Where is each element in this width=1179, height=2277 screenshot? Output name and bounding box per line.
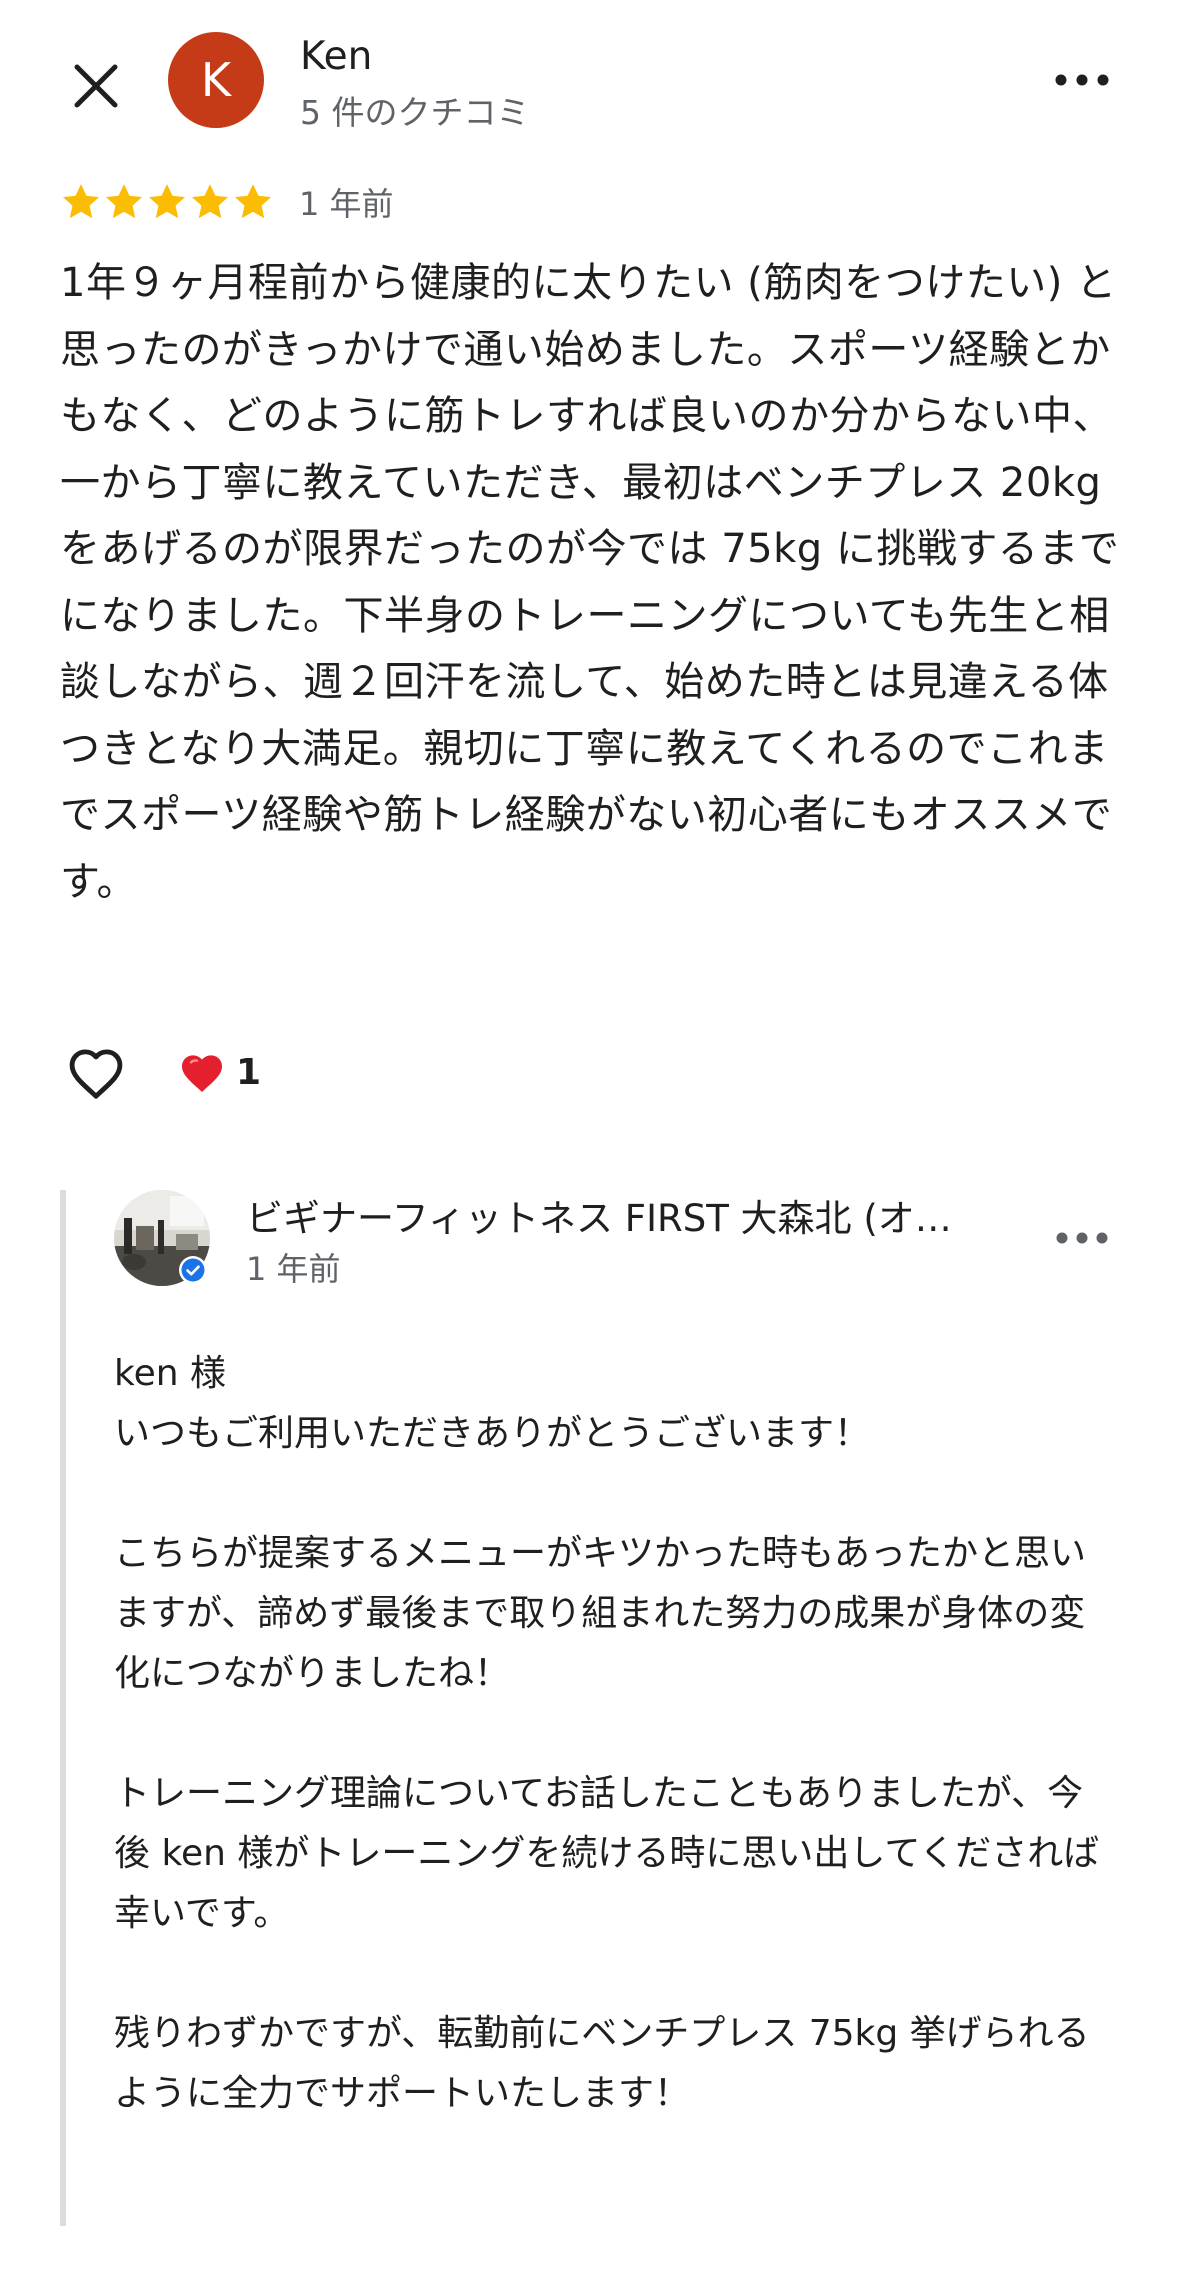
like-button[interactable] bbox=[60, 1036, 132, 1108]
more-options-button[interactable] bbox=[1044, 56, 1120, 104]
reviewer-avatar[interactable]: K bbox=[168, 32, 264, 128]
owner-reply-date: 1 年前 bbox=[246, 1250, 341, 1288]
close-icon bbox=[74, 64, 118, 108]
rating-row: 1 年前 bbox=[60, 178, 394, 226]
star-icon bbox=[105, 184, 143, 219]
reviewer-name[interactable]: Ken bbox=[300, 34, 372, 79]
owner-more-options-button[interactable] bbox=[1044, 1214, 1120, 1262]
review-text: 1年９ヶ月程前から健康的に太りたい (筋肉をつけたい) と思ったのがきっかけで通… bbox=[60, 260, 1120, 905]
owner-avatar[interactable] bbox=[114, 1190, 210, 1286]
close-button[interactable] bbox=[60, 50, 132, 122]
star-icon bbox=[62, 184, 100, 219]
star-icon bbox=[234, 184, 272, 219]
reply-divider bbox=[60, 1190, 66, 2226]
owner-name[interactable]: ビギナーフィットネス FIRST 大森北 (オ… bbox=[246, 1188, 1006, 1242]
avatar-letter: K bbox=[200, 53, 232, 107]
review-count[interactable]: 5 件のクチコミ bbox=[300, 86, 530, 134]
review-date: 1 年前 bbox=[299, 185, 394, 223]
more-horiz-icon bbox=[1055, 74, 1109, 86]
more-horiz-icon bbox=[1056, 1232, 1108, 1244]
reaction-count: 1 bbox=[236, 1051, 262, 1093]
reaction-summary[interactable]: 1 bbox=[178, 1044, 261, 1100]
red-heart-icon bbox=[182, 1055, 222, 1092]
star-icon bbox=[148, 184, 186, 219]
heart-outline-icon bbox=[69, 1049, 123, 1099]
owner-photo bbox=[114, 1190, 210, 1286]
owner-reply-text: ken 様 いつもご利用いただきありがとうございます！ こちらが提案するメニュー… bbox=[114, 1353, 1100, 2114]
star-icon bbox=[191, 184, 229, 219]
reviewer-header: K Ken 5 件のクチコミ bbox=[0, 0, 1179, 160]
star-rating bbox=[60, 181, 275, 223]
